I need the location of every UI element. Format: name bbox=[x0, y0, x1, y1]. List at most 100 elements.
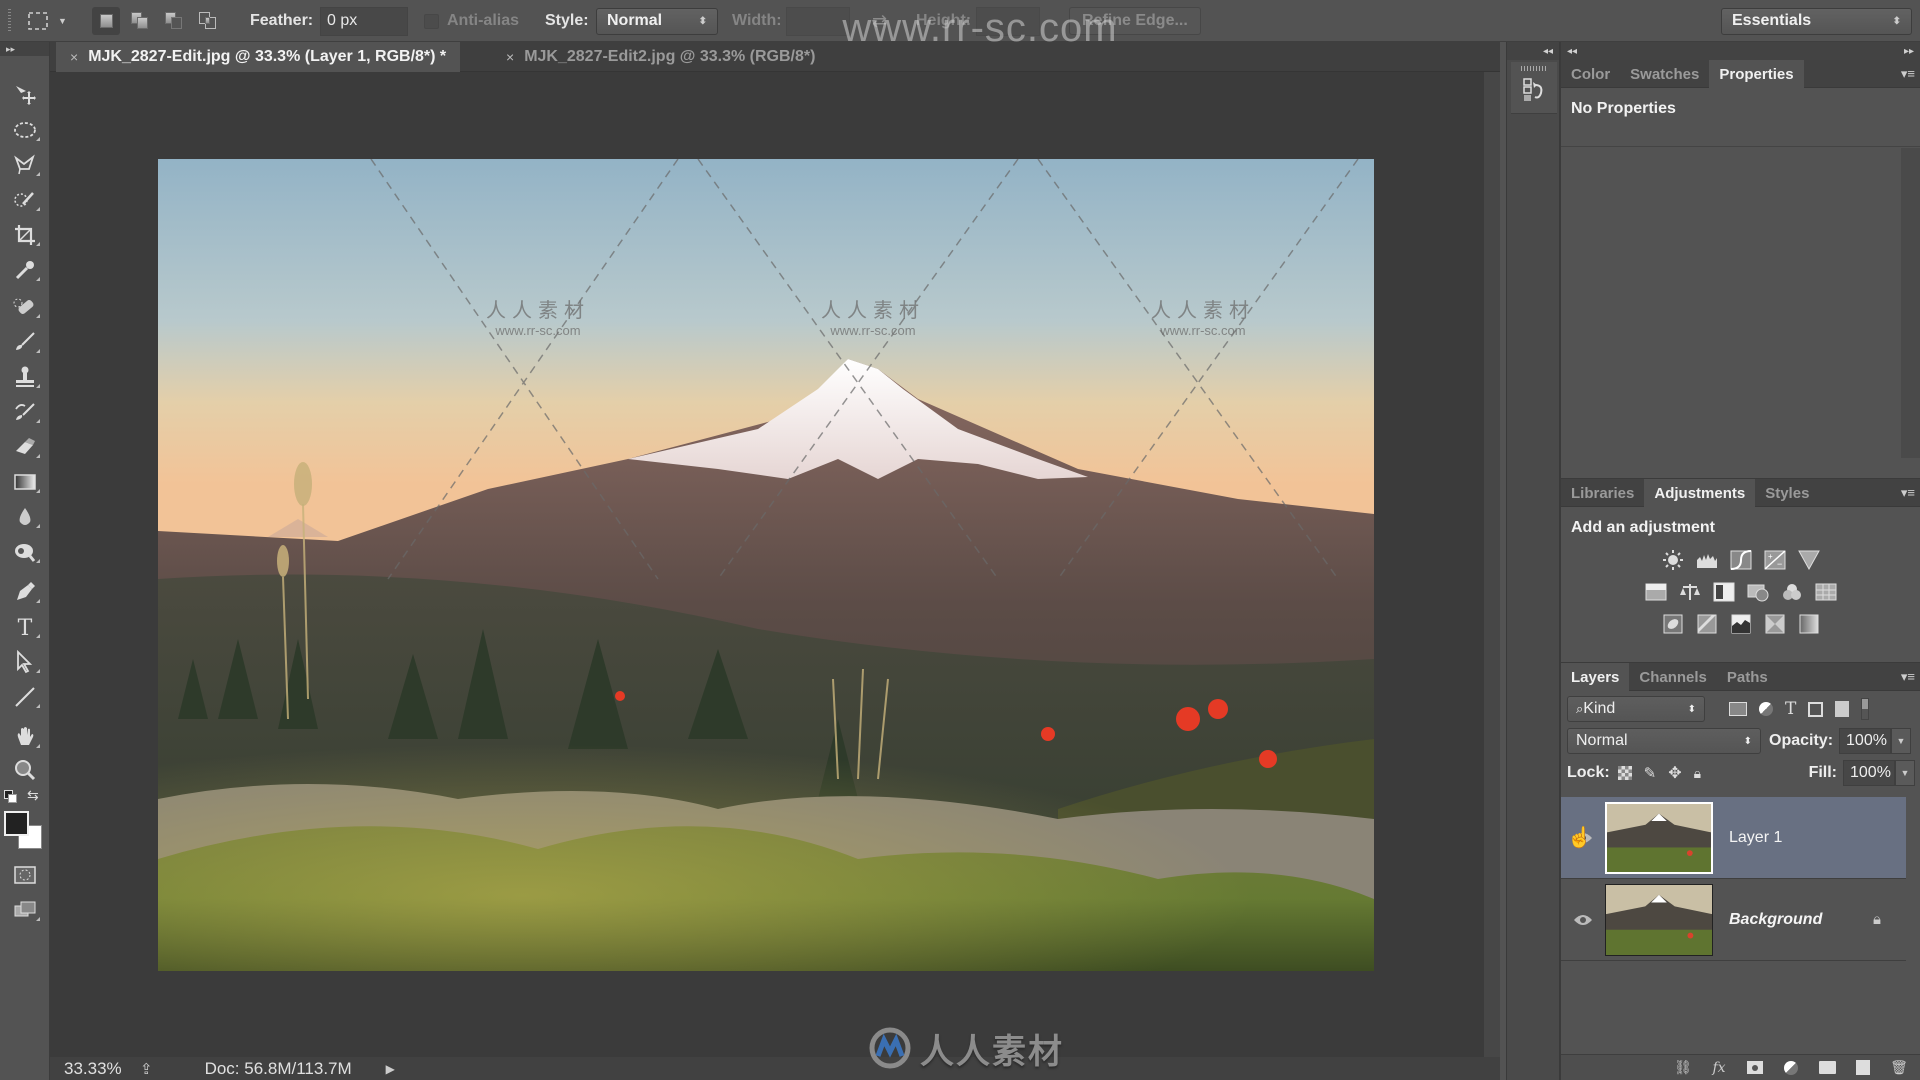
screen-mode-button[interactable] bbox=[8, 895, 42, 925]
channel-mixer-icon[interactable] bbox=[1780, 581, 1804, 603]
levels-icon[interactable] bbox=[1695, 549, 1719, 571]
invert-icon[interactable] bbox=[1661, 613, 1685, 635]
move-tool[interactable] bbox=[8, 80, 42, 110]
add-layer-style-icon[interactable]: fx bbox=[1709, 1059, 1729, 1077]
posterize-icon[interactable] bbox=[1695, 613, 1719, 635]
delete-layer-trash-icon[interactable]: 🗑︎ bbox=[1889, 1059, 1909, 1077]
canvas-area[interactable]: 人人素材 www.rr-sc.com 人人素材 www.rr-sc.com 人人素材… bbox=[50, 72, 1500, 1057]
new-layer-icon[interactable] bbox=[1853, 1059, 1873, 1077]
gradient-map-icon[interactable] bbox=[1797, 613, 1821, 635]
tab-swatches[interactable]: Swatches bbox=[1620, 60, 1709, 88]
history-panel-button[interactable] bbox=[1511, 62, 1557, 114]
threshold-icon[interactable] bbox=[1729, 613, 1753, 635]
panel-menu-icon[interactable]: ▾≡ bbox=[1901, 66, 1915, 82]
swap-colors-icon[interactable]: ⇆ bbox=[27, 787, 39, 804]
color-balance-icon[interactable] bbox=[1678, 581, 1702, 603]
filter-toggle-switch[interactable] bbox=[1861, 698, 1870, 720]
filter-pixel-icon[interactable] bbox=[1729, 702, 1747, 716]
blend-mode-select[interactable]: Normal ⬍ bbox=[1567, 728, 1761, 754]
zoom-level[interactable]: 33.33% bbox=[64, 1059, 140, 1079]
tab-channels[interactable]: Channels bbox=[1629, 663, 1717, 691]
expand-panels-icon[interactable]: ▸▸ bbox=[1904, 46, 1914, 57]
new-adjustment-layer-icon[interactable] bbox=[1781, 1059, 1801, 1077]
quick-selection-tool[interactable] bbox=[8, 185, 42, 215]
default-colors-button[interactable] bbox=[4, 790, 18, 804]
document-tab-active[interactable]: × MJK_2827-Edit.jpg @ 33.3% (Layer 1, RG… bbox=[56, 42, 461, 72]
panel-menu-icon[interactable]: ▾≡ bbox=[1901, 485, 1915, 501]
eraser-tool[interactable] bbox=[8, 432, 42, 462]
options-bar-grip[interactable] bbox=[8, 0, 18, 42]
eyedropper-tool[interactable] bbox=[8, 255, 42, 285]
color-lookup-icon[interactable] bbox=[1814, 581, 1838, 603]
status-menu-arrow-icon[interactable]: ▶ bbox=[386, 1062, 395, 1076]
brush-tool[interactable] bbox=[8, 327, 42, 357]
clone-stamp-tool[interactable] bbox=[8, 362, 42, 392]
lock-transparent-icon[interactable] bbox=[1617, 766, 1632, 780]
link-layers-icon[interactable]: ⛓ bbox=[1673, 1059, 1693, 1077]
type-tool[interactable]: T bbox=[8, 612, 42, 642]
properties-scrollbar[interactable] bbox=[1901, 148, 1920, 458]
dodge-tool[interactable] bbox=[8, 537, 42, 567]
black-white-icon[interactable] bbox=[1712, 581, 1736, 603]
vibrance-icon[interactable] bbox=[1797, 549, 1821, 571]
expand-toolbar-icon[interactable]: ▸▸ bbox=[0, 42, 49, 56]
new-selection-button[interactable] bbox=[92, 7, 120, 35]
fill-input[interactable]: 100% bbox=[1843, 760, 1895, 786]
tab-layers[interactable]: Layers bbox=[1561, 663, 1630, 691]
path-selection-tool[interactable] bbox=[8, 647, 42, 677]
tab-properties[interactable]: Properties bbox=[1709, 60, 1804, 88]
foreground-color-swatch[interactable] bbox=[4, 811, 29, 836]
opacity-dropdown-icon[interactable]: ▼ bbox=[1891, 728, 1912, 754]
new-group-folder-icon[interactable] bbox=[1817, 1059, 1837, 1077]
tab-libraries[interactable]: Libraries bbox=[1561, 479, 1644, 507]
anti-alias-checkbox[interactable] bbox=[424, 13, 439, 29]
filter-type-icon[interactable]: T bbox=[1785, 699, 1796, 719]
curves-icon[interactable] bbox=[1729, 549, 1753, 571]
filter-smart-object-icon[interactable] bbox=[1835, 701, 1850, 717]
lock-position-icon[interactable]: ✥ bbox=[1668, 763, 1681, 783]
document-tab[interactable]: × MJK_2827-Edit2.jpg @ 33.3% (RGB/8*) bbox=[492, 42, 829, 72]
tab-styles[interactable]: Styles bbox=[1755, 479, 1819, 507]
filter-shape-icon[interactable] bbox=[1808, 701, 1824, 717]
gradient-tool[interactable] bbox=[8, 467, 42, 497]
blur-tool[interactable] bbox=[8, 502, 42, 532]
style-select[interactable]: Normal ⬍ bbox=[596, 7, 718, 35]
filter-adjustment-icon[interactable] bbox=[1759, 702, 1773, 716]
layer-filter-select[interactable]: ⌕Kind ⬍ bbox=[1567, 696, 1705, 722]
layer-row-background[interactable]: Background 🔒︎ bbox=[1561, 879, 1906, 961]
lock-all-icon[interactable]: 🔒︎ bbox=[1694, 765, 1701, 782]
pen-tool[interactable] bbox=[8, 577, 42, 607]
add-to-selection-button[interactable] bbox=[126, 7, 154, 35]
history-brush-tool[interactable] bbox=[8, 397, 42, 427]
intersect-selection-button[interactable] bbox=[194, 7, 222, 35]
collapse-panels-icon[interactable]: ◂◂ bbox=[1567, 46, 1577, 57]
tab-adjustments[interactable]: Adjustments bbox=[1644, 479, 1756, 507]
subtract-from-selection-button[interactable] bbox=[160, 7, 188, 35]
tool-preset-picker[interactable]: ▼ bbox=[26, 0, 67, 42]
line-tool[interactable] bbox=[8, 682, 42, 712]
zoom-tool[interactable] bbox=[8, 755, 42, 785]
selective-color-icon[interactable] bbox=[1763, 613, 1787, 635]
feather-input[interactable]: 0 px bbox=[320, 6, 408, 36]
photo-filter-icon[interactable] bbox=[1746, 581, 1770, 603]
visibility-eye-icon[interactable] bbox=[1573, 910, 1593, 930]
exposure-icon[interactable]: + − bbox=[1763, 549, 1787, 571]
layer-row-layer-1[interactable]: ☝ Layer 1 bbox=[1561, 797, 1906, 879]
crop-tool[interactable] bbox=[8, 220, 42, 250]
close-tab-icon[interactable]: × bbox=[70, 49, 78, 65]
layer-lock-icon[interactable]: 🔒︎ bbox=[1873, 911, 1881, 928]
tab-color[interactable]: Color bbox=[1561, 60, 1620, 88]
hue-saturation-icon[interactable] bbox=[1644, 581, 1668, 603]
opacity-input[interactable]: 100% bbox=[1839, 728, 1892, 754]
add-mask-icon[interactable] bbox=[1745, 1059, 1765, 1077]
elliptical-marquee-tool[interactable] bbox=[8, 115, 42, 145]
collapse-dock-icon[interactable]: ◂◂ bbox=[1507, 42, 1559, 60]
brightness-contrast-icon[interactable] bbox=[1661, 549, 1685, 571]
layer-name[interactable]: Background bbox=[1729, 911, 1822, 929]
close-tab-icon[interactable]: × bbox=[506, 49, 514, 65]
tab-paths[interactable]: Paths bbox=[1717, 663, 1778, 691]
panel-menu-icon[interactable]: ▾≡ bbox=[1901, 669, 1915, 685]
layer-name[interactable]: Layer 1 bbox=[1729, 829, 1782, 847]
canvas-scrollbar[interactable] bbox=[1484, 72, 1500, 1057]
lock-paint-icon[interactable]: ✎ bbox=[1644, 764, 1657, 782]
